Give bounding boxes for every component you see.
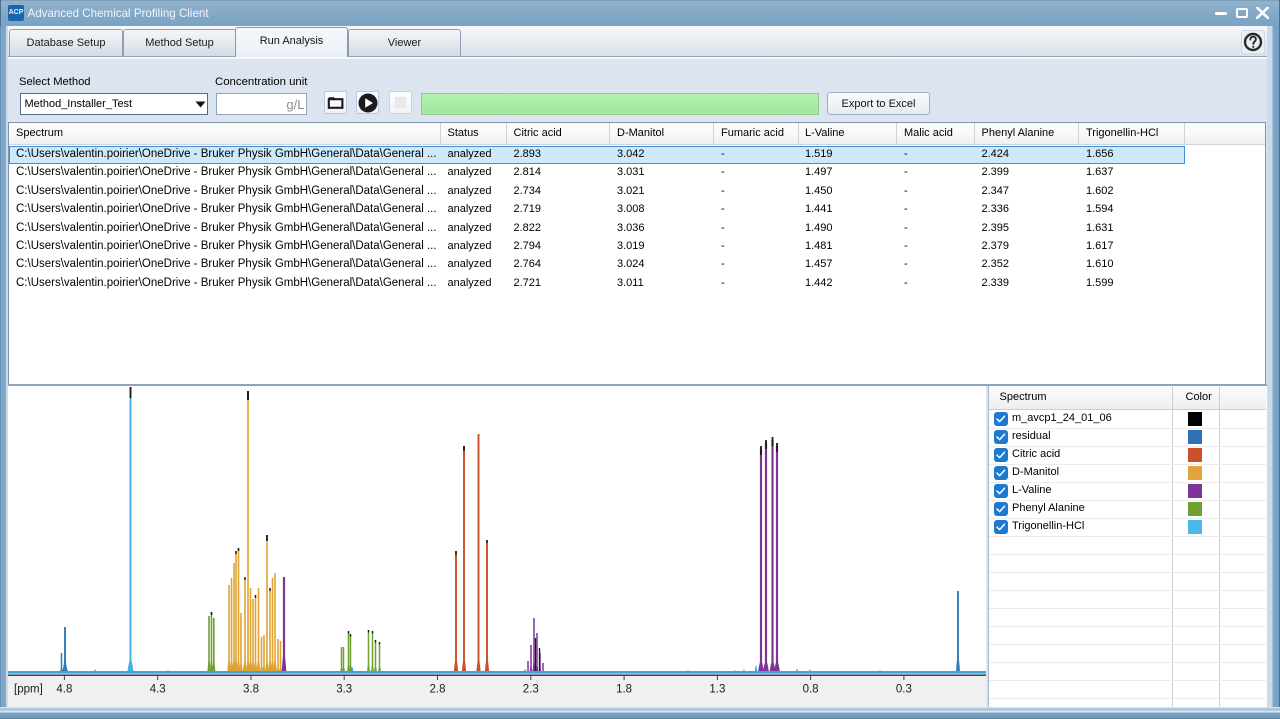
svg-text:[ppm]: [ppm] — [14, 684, 43, 696]
svg-text:0.3: 0.3 — [896, 684, 912, 696]
svg-text:4.8: 4.8 — [56, 684, 72, 696]
svg-text:3.8: 3.8 — [243, 684, 259, 696]
svg-text:0.8: 0.8 — [803, 684, 819, 696]
svg-text:4.3: 4.3 — [150, 684, 166, 696]
svg-text:1.8: 1.8 — [616, 684, 632, 696]
svg-text:1.3: 1.3 — [709, 684, 725, 696]
svg-text:3.3: 3.3 — [336, 684, 352, 696]
svg-text:2.3: 2.3 — [523, 684, 539, 696]
svg-text:2.8: 2.8 — [430, 684, 446, 696]
